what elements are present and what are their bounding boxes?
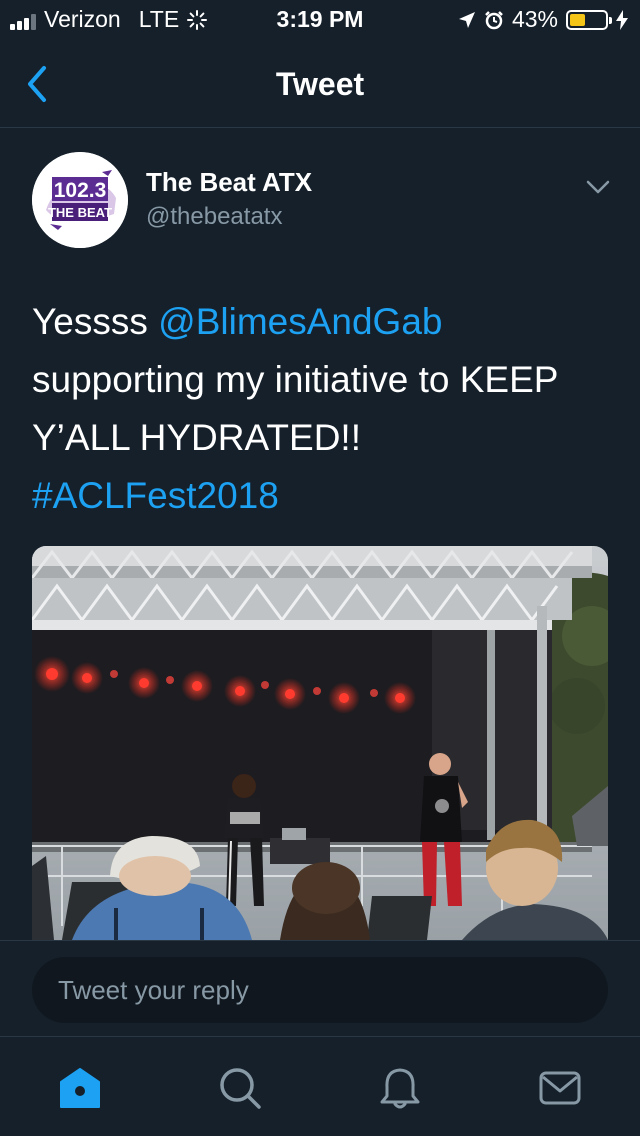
tab-home[interactable] [57,1065,103,1111]
battery-icon [566,9,612,30]
author-name[interactable]: The Beat ATX [146,167,312,198]
home-icon [60,1068,100,1108]
svg-text:THE BEAT: THE BEAT [48,205,112,220]
tab-notifications[interactable] [377,1065,423,1111]
navigation-bar: Tweet [0,40,640,128]
author-handle[interactable]: @thebeatatx [146,203,282,231]
chevron-down-icon [586,180,610,194]
avatar[interactable]: 102.3 THE BEAT [32,152,128,248]
notifications-icon [380,1068,420,1109]
tweet-text-part: Yessss [32,301,159,342]
svg-text:102.3: 102.3 [54,179,107,202]
reply-input[interactable]: Tweet your reply [32,957,608,1023]
status-bar: Verizon LTE 3:19 PM 43% [0,0,640,40]
search-icon [220,1068,261,1109]
charging-bolt-icon [616,9,628,30]
alarm-icon [485,10,503,29]
tweet-media-photo[interactable] [32,546,608,940]
tweet-text-part: supporting my initiative to KEEP Y’ALL H… [32,359,558,458]
reply-bar: Tweet your reply [0,940,640,1036]
tweet-text: Yessss @BlimesAndGab supporting my initi… [32,293,612,525]
mention-link[interactable]: @BlimesAndGab [158,301,442,342]
tab-bar [0,1036,640,1136]
status-right: 43% [458,6,628,33]
messages-icon [539,1071,581,1105]
tab-search[interactable] [217,1065,263,1111]
tab-messages[interactable] [537,1065,583,1111]
hashtag-link[interactable]: #ACLFest2018 [32,475,279,516]
tweet-options-button[interactable] [584,176,612,198]
tweet-detail-screen: Verizon LTE 3:19 PM 43% Tweet 102.3 THE … [0,0,640,1136]
location-arrow-icon [458,11,475,28]
battery-percentage: 43% [511,6,558,32]
the-beat-logo: 102.3 THE BEAT [32,152,128,248]
concert-stage-photo [32,546,608,940]
page-title: Tweet [275,66,365,102]
